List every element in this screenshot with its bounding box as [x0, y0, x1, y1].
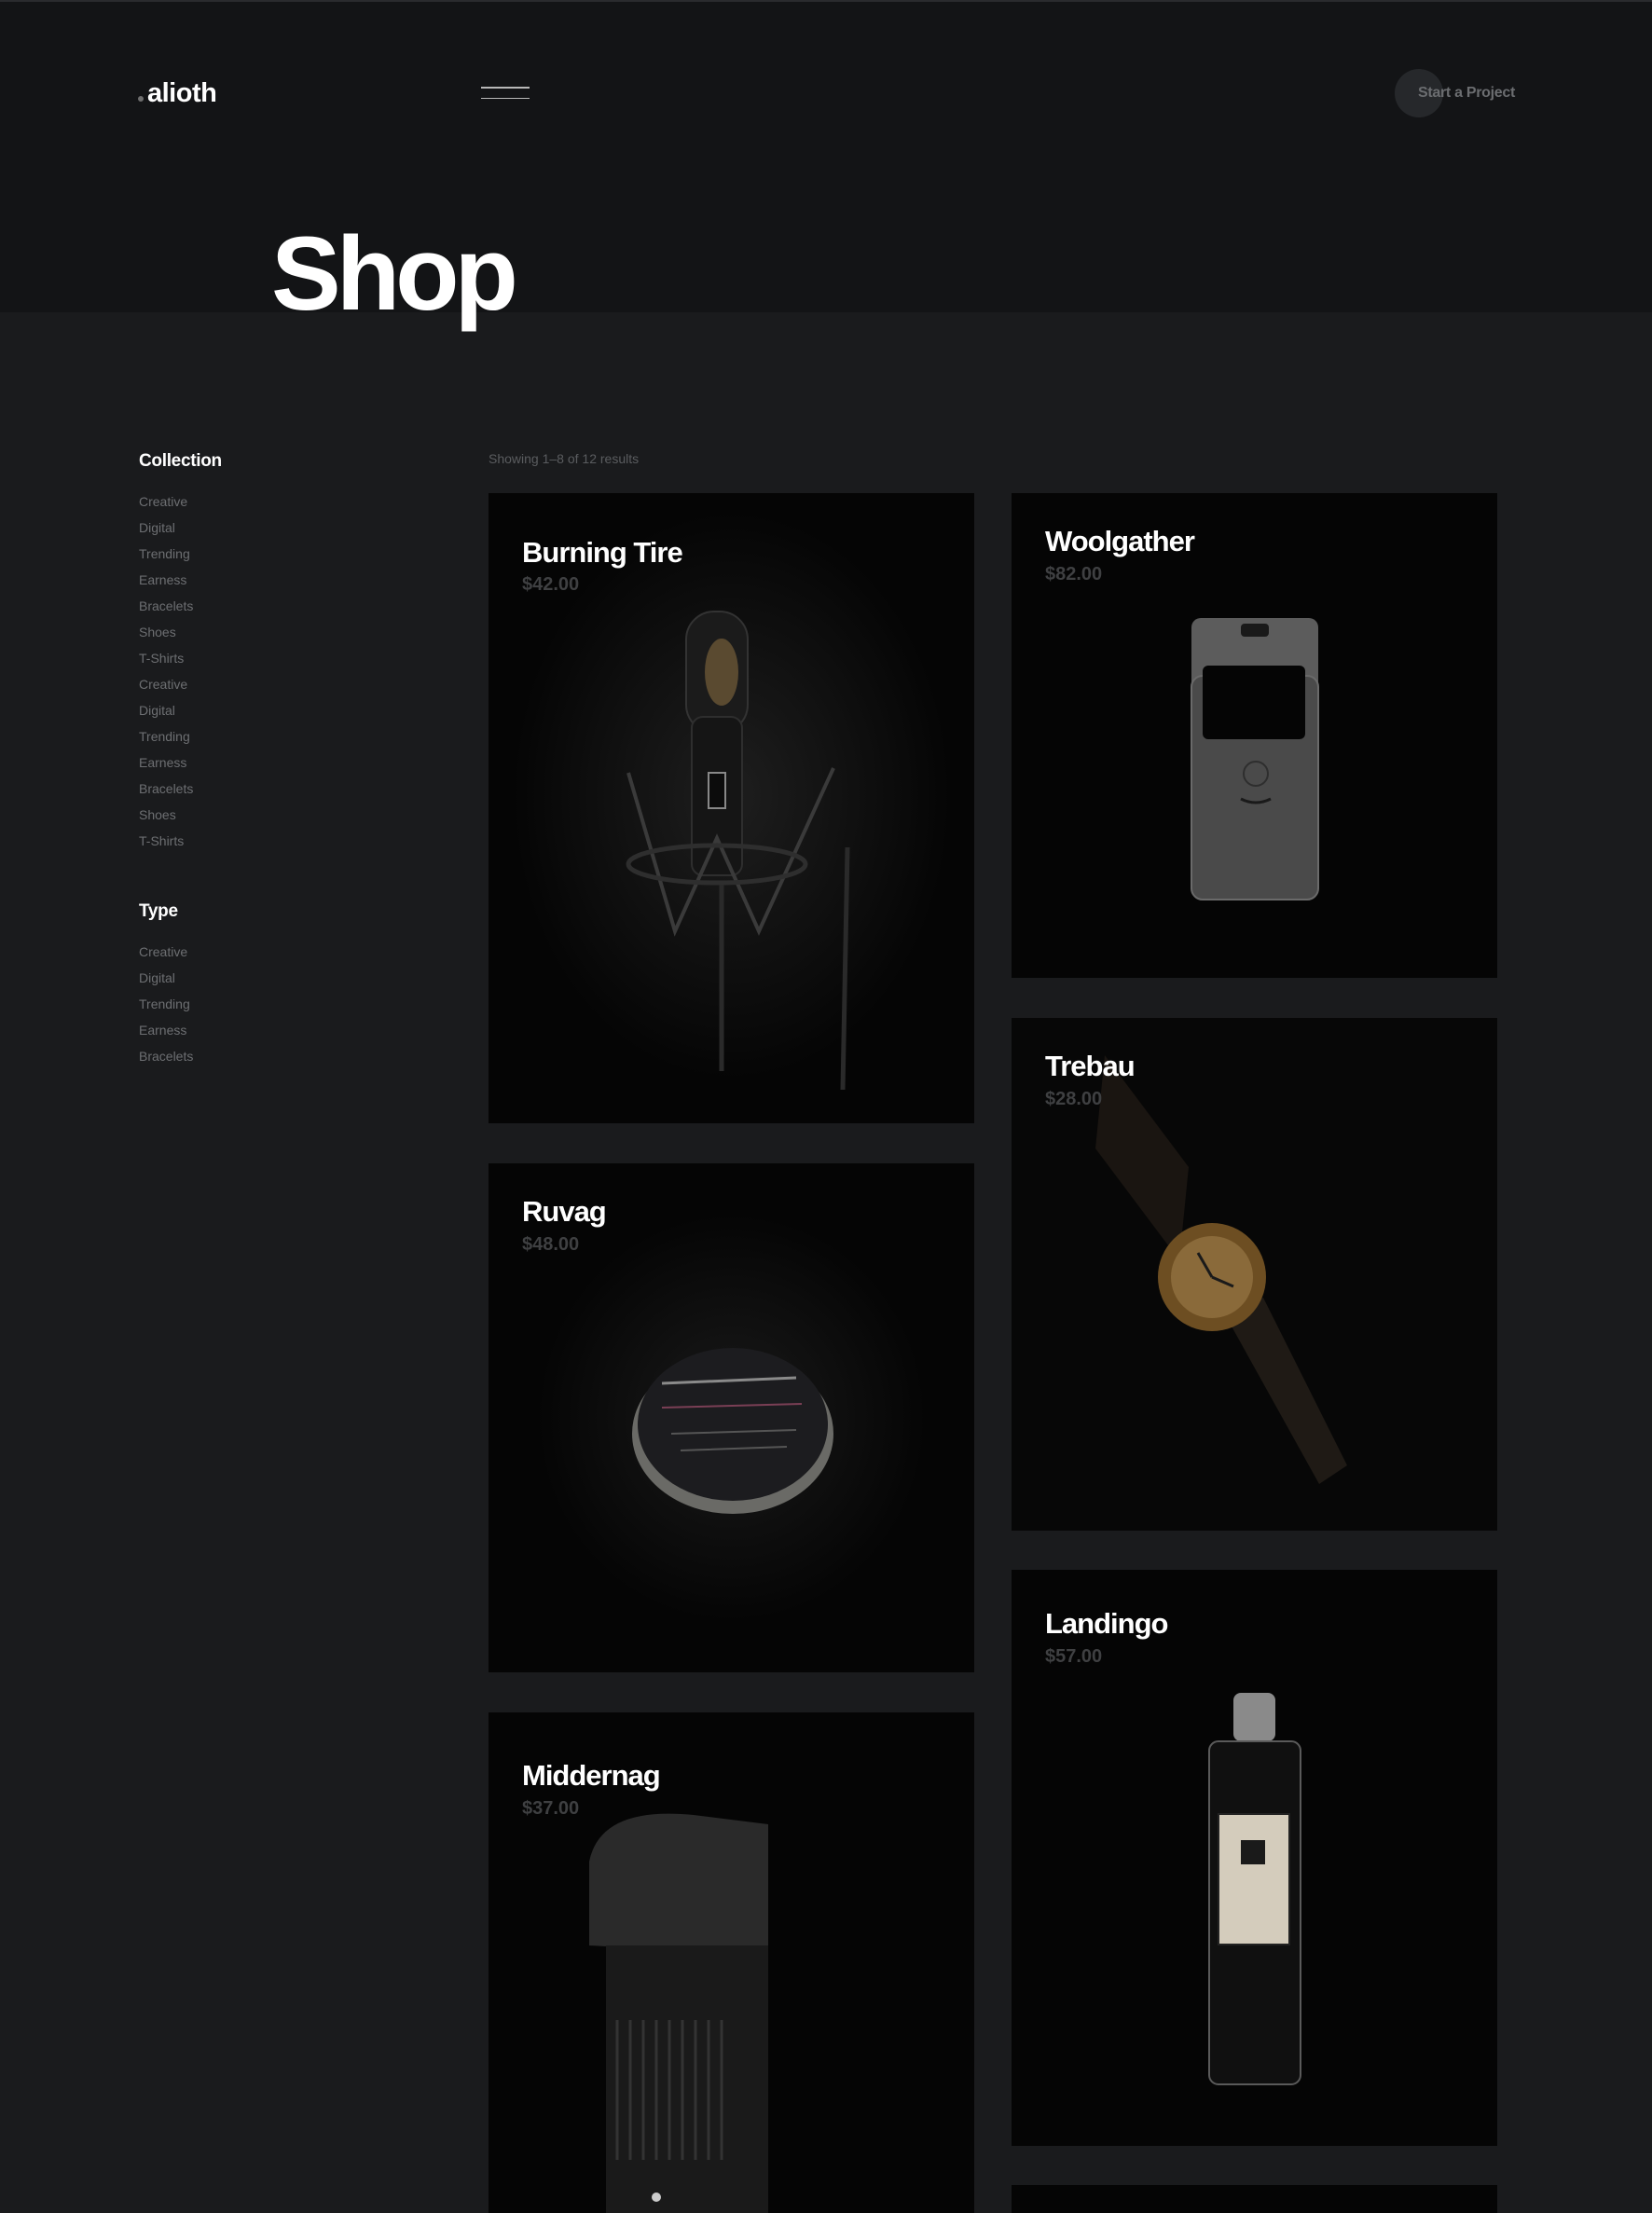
product-card[interactable] — [1012, 2185, 1497, 2213]
product-card[interactable]: Ruvag $48.00 — [489, 1163, 974, 1672]
logo-dot-icon — [138, 96, 144, 102]
collection-item[interactable]: Trending — [139, 729, 381, 755]
type-item[interactable]: Earness — [139, 1023, 193, 1049]
type-item[interactable]: Creative — [139, 944, 193, 970]
results-count: Showing 1–8 of 12 results — [489, 451, 640, 466]
type-filter: Type Creative Digital Trending Earness B… — [139, 901, 193, 1075]
collection-item[interactable]: Creative — [139, 494, 381, 520]
collection-item[interactable]: T-Shirts — [139, 651, 381, 677]
collection-item[interactable]: Creative — [139, 677, 381, 703]
header-band — [0, 0, 1652, 312]
cta-label: Start a Project — [1418, 85, 1515, 101]
collection-item[interactable]: Earness — [139, 755, 381, 781]
collection-item[interactable]: Digital — [139, 520, 381, 546]
type-list: Creative Digital Trending Earness Bracel… — [139, 944, 193, 1075]
type-item[interactable]: Bracelets — [139, 1049, 193, 1075]
product-price: $42.00 — [522, 574, 580, 595]
product-card[interactable]: Trebau $28.00 — [1012, 1018, 1497, 1531]
product-name[interactable]: Middernag — [522, 1759, 661, 1793]
site-logo[interactable]: alioth — [138, 78, 217, 109]
logo-text: alioth — [147, 78, 217, 108]
collection-item[interactable]: Shoes — [139, 625, 381, 651]
collection-filter: Collection Creative Digital Trending Ear… — [139, 451, 381, 859]
collection-item[interactable]: T-Shirts — [139, 833, 381, 859]
collection-item[interactable]: Shoes — [139, 807, 381, 833]
product-name[interactable]: Landingo — [1045, 1607, 1168, 1641]
product-name[interactable]: Woolgather — [1045, 525, 1195, 558]
product-card[interactable]: Middernag $37.00 — [489, 1712, 974, 2213]
type-item[interactable]: Trending — [139, 997, 193, 1023]
collection-list: Creative Digital Trending Earness Bracel… — [139, 494, 381, 859]
product-price: $28.00 — [1045, 1089, 1103, 1109]
collection-item[interactable]: Earness — [139, 572, 381, 598]
page-title: Shop — [271, 215, 518, 332]
type-item[interactable]: Digital — [139, 970, 193, 997]
product-card[interactable]: Woolgather $82.00 — [1012, 493, 1497, 978]
menu-toggle-button[interactable] — [481, 87, 530, 102]
collection-item[interactable]: Bracelets — [139, 781, 381, 807]
product-price: $57.00 — [1045, 1646, 1103, 1667]
collection-filter-title: Collection — [139, 451, 222, 471]
product-price: $48.00 — [522, 1234, 580, 1255]
type-filter-title: Type — [139, 901, 178, 921]
hamburger-line-icon — [481, 87, 530, 89]
collection-item[interactable]: Bracelets — [139, 598, 381, 625]
start-project-button[interactable]: Start a Project — [1395, 69, 1515, 117]
product-name[interactable]: Burning Tire — [522, 536, 683, 570]
collection-item[interactable]: Trending — [139, 546, 381, 572]
collection-item[interactable]: Digital — [139, 703, 381, 729]
product-name[interactable]: Trebau — [1045, 1050, 1136, 1083]
hamburger-line-icon — [481, 97, 530, 99]
top-border — [0, 0, 1652, 2]
product-price: $37.00 — [522, 1798, 580, 1819]
product-card[interactable]: Landingo $57.00 — [1012, 1570, 1497, 2146]
product-price: $82.00 — [1045, 564, 1103, 584]
shop-sidebar: Collection Creative Digital Trending Ear… — [139, 451, 381, 1064]
product-name[interactable]: Ruvag — [522, 1195, 607, 1229]
product-card[interactable]: Burning Tire $42.00 — [489, 493, 974, 1123]
